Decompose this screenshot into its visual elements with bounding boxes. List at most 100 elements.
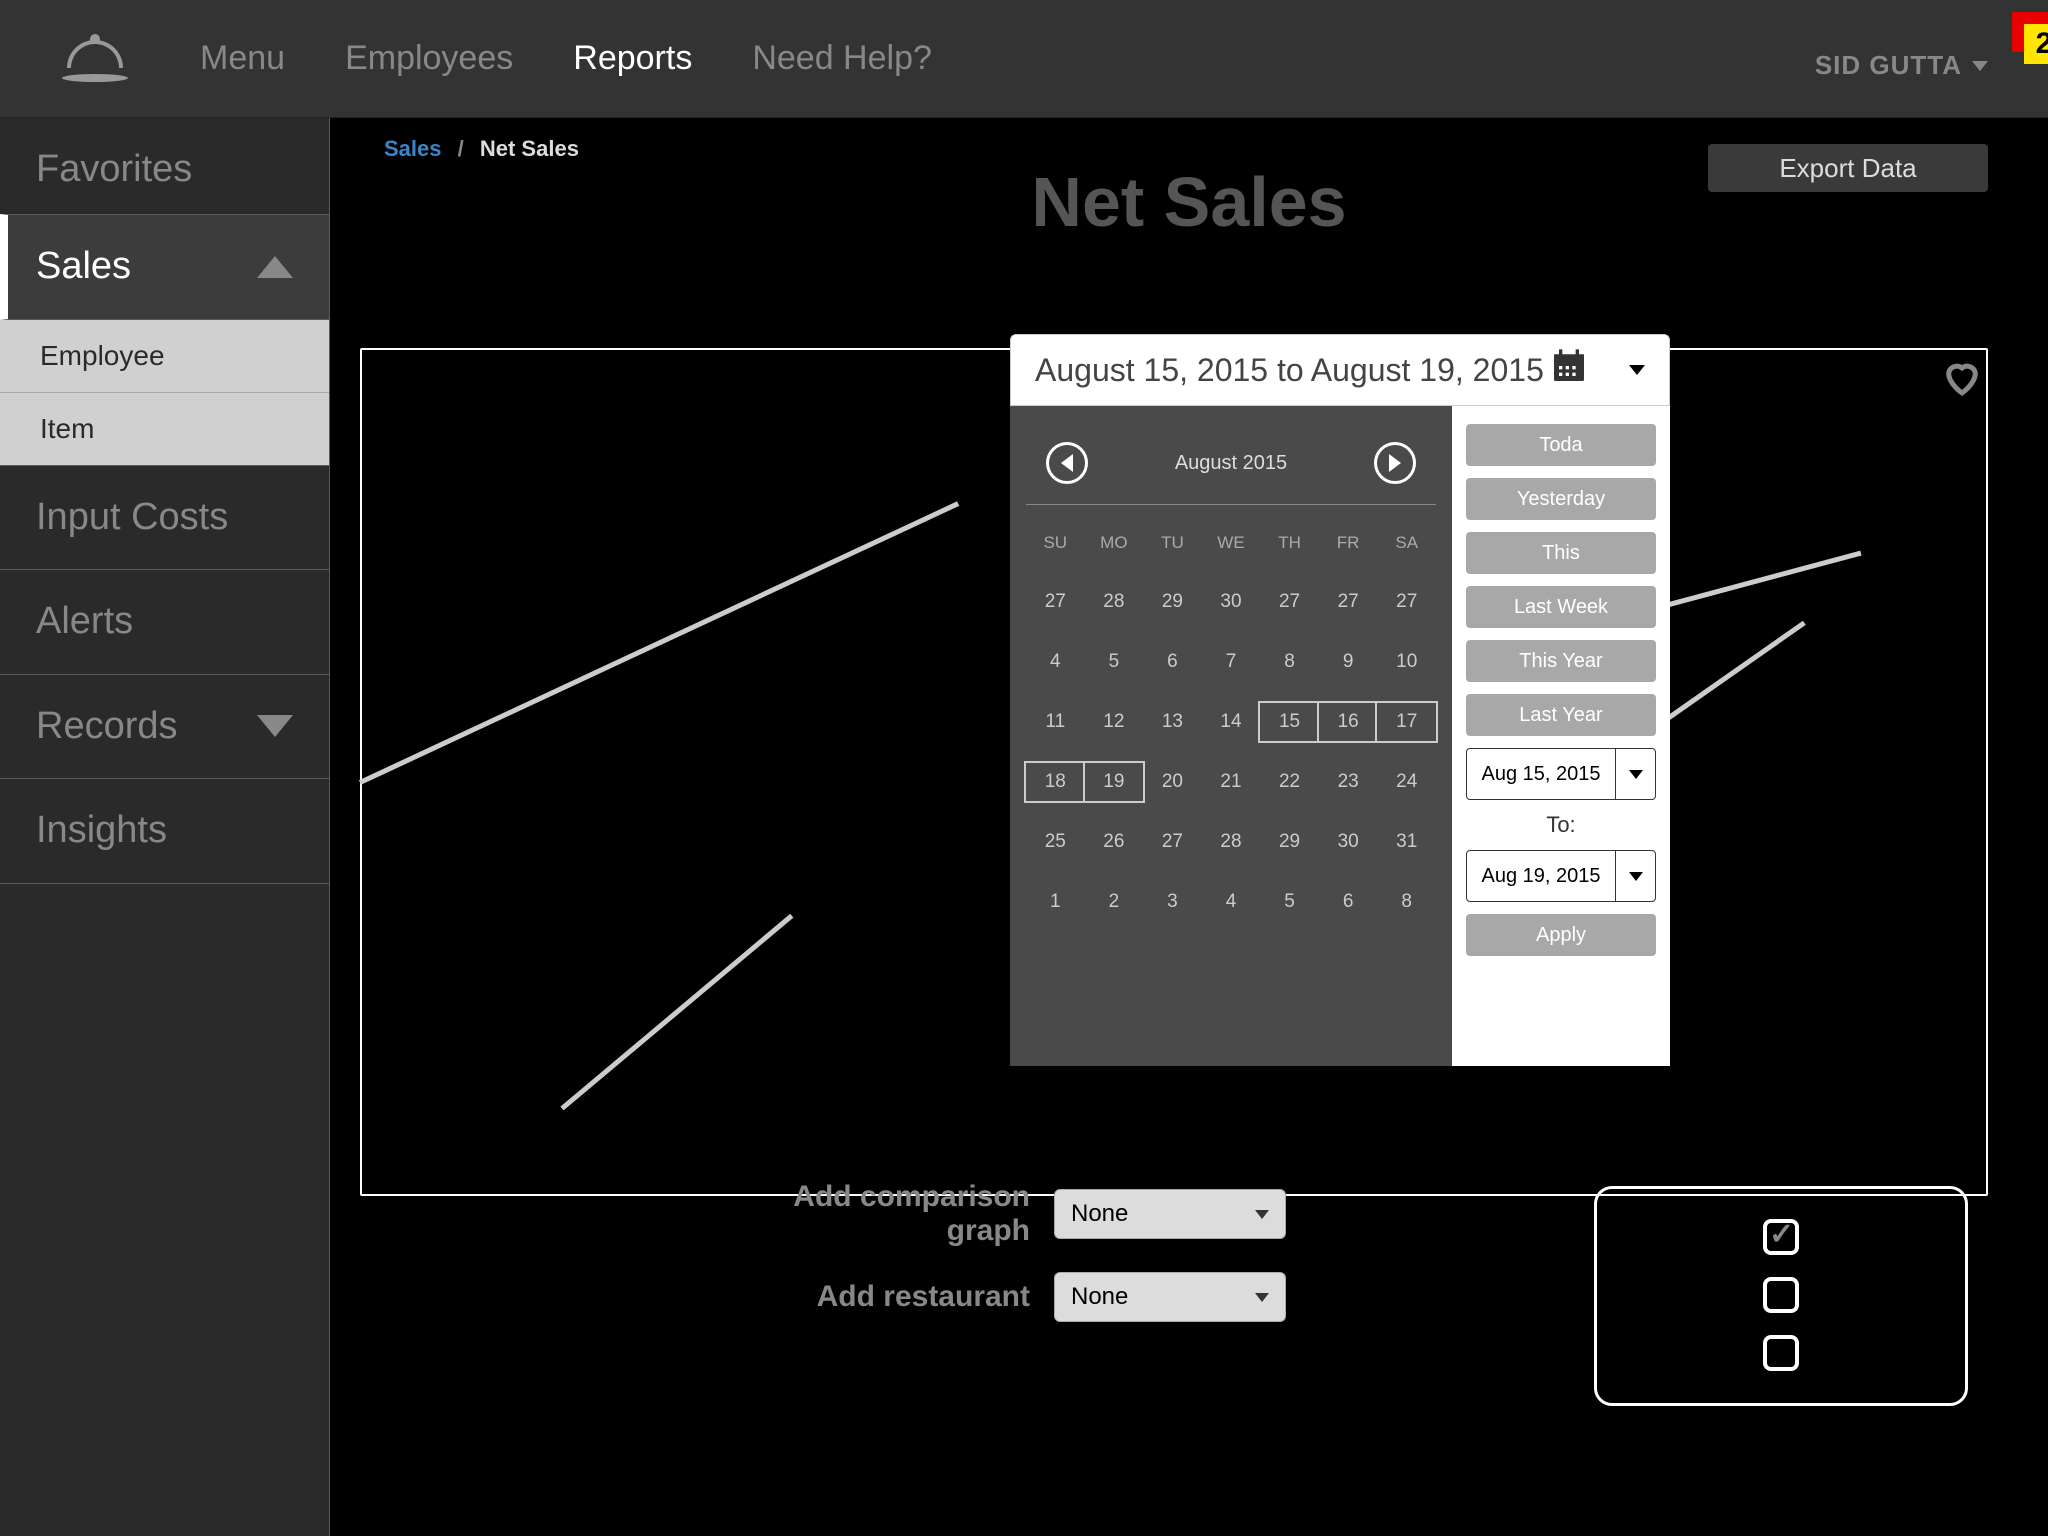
calendar-day[interactable]: 18 xyxy=(1026,763,1085,801)
calendar-day[interactable]: 9 xyxy=(1319,651,1378,673)
calendar-day[interactable]: 4 xyxy=(1202,891,1261,913)
calendar-day-header: FR xyxy=(1319,533,1378,553)
from-date-dropdown[interactable]: Aug 15, 2015 xyxy=(1466,748,1656,800)
preset-today[interactable]: Toda xyxy=(1466,424,1656,466)
preset-panel: Toda Yesterday This Last Week This Year … xyxy=(1452,406,1670,1066)
sidebar-item-records[interactable]: Records xyxy=(0,674,329,780)
caret-down-icon xyxy=(1255,1210,1269,1219)
comparison-label: Add comparison graph xyxy=(710,1180,1030,1248)
calendar-day-header: MO xyxy=(1085,533,1144,553)
favorites-header: Favorites xyxy=(0,118,329,215)
calendar-day[interactable]: 13 xyxy=(1143,711,1202,733)
legend-checkbox-2[interactable] xyxy=(1763,1277,1799,1313)
calendar-day[interactable]: 28 xyxy=(1202,831,1261,853)
calendar-day[interactable]: 5 xyxy=(1260,891,1319,913)
nav-help[interactable]: Need Help? xyxy=(752,39,932,78)
main-content: Sales / Net Sales Net Sales Export Data … xyxy=(330,118,2048,1536)
calendar-day[interactable]: 29 xyxy=(1260,831,1319,853)
calendar-day[interactable]: 8 xyxy=(1260,651,1319,673)
breadcrumb-current: Net Sales xyxy=(480,136,579,161)
calendar-panel: August 2015 SUMOTUWETHFRSA27282930272727… xyxy=(1010,406,1452,1066)
calendar-day[interactable]: 3 xyxy=(1143,891,1202,913)
nav-reports[interactable]: Reports xyxy=(573,39,692,78)
restaurant-dropdown[interactable]: None xyxy=(1054,1272,1286,1322)
calendar-day[interactable]: 15 xyxy=(1260,703,1319,741)
calendar-day[interactable]: 8 xyxy=(1377,891,1436,913)
apply-button[interactable]: Apply xyxy=(1466,914,1656,956)
legend-checkbox-3[interactable] xyxy=(1763,1335,1799,1371)
calendar-day[interactable]: 26 xyxy=(1085,831,1144,853)
caret-down-icon xyxy=(1255,1293,1269,1302)
calendar-icon xyxy=(1549,346,1589,394)
nav-employees[interactable]: Employees xyxy=(345,39,513,78)
calendar-day[interactable]: 27 xyxy=(1260,591,1319,613)
sidebar-sub-item[interactable]: Item xyxy=(0,393,329,466)
preset-last-week[interactable]: Last Week xyxy=(1466,586,1656,628)
calendar-day[interactable]: 25 xyxy=(1026,831,1085,853)
to-date-dropdown[interactable]: Aug 19, 2015 xyxy=(1466,850,1656,902)
legend-checkbox-1[interactable] xyxy=(1763,1219,1799,1255)
sidebar-item-alerts[interactable]: Alerts xyxy=(0,569,329,675)
calendar-day[interactable]: 28 xyxy=(1085,591,1144,613)
calendar-day[interactable]: 21 xyxy=(1202,771,1261,793)
calendar-day[interactable]: 7 xyxy=(1202,651,1261,673)
calendar-day[interactable]: 31 xyxy=(1377,831,1436,853)
prev-month-button[interactable] xyxy=(1046,442,1088,484)
logo-icon[interactable] xyxy=(60,34,130,84)
calendar-day[interactable]: 27 xyxy=(1143,831,1202,853)
calendar-day[interactable]: 12 xyxy=(1085,711,1144,733)
calendar-day[interactable]: 27 xyxy=(1026,591,1085,613)
sidebar-item-insights[interactable]: Insights xyxy=(0,778,329,884)
caret-down-icon xyxy=(1615,851,1655,901)
date-picker: August 2015 SUMOTUWETHFRSA27282930272727… xyxy=(1010,406,1670,1066)
calendar-day[interactable]: 2 xyxy=(1085,891,1144,913)
breadcrumb-root[interactable]: Sales xyxy=(384,136,442,161)
calendar-day[interactable]: 22 xyxy=(1260,771,1319,793)
calendar-day[interactable]: 30 xyxy=(1202,591,1261,613)
calendar-day[interactable]: 30 xyxy=(1319,831,1378,853)
calendar-month-title: August 2015 xyxy=(1175,452,1287,475)
chevron-up-icon xyxy=(257,256,293,278)
comparison-dropdown[interactable]: None xyxy=(1054,1189,1286,1239)
calendar-day[interactable]: 4 xyxy=(1026,651,1085,673)
calendar-day[interactable]: 27 xyxy=(1377,591,1436,613)
to-label: To: xyxy=(1466,812,1656,838)
nav-menu[interactable]: Menu xyxy=(200,39,285,78)
calendar-day[interactable]: 6 xyxy=(1319,891,1378,913)
sidebar-item-sales[interactable]: Sales xyxy=(0,214,329,320)
calendar-day[interactable]: 23 xyxy=(1319,771,1378,793)
legend-box xyxy=(1594,1186,1968,1406)
caret-down-icon xyxy=(1972,61,1988,71)
calendar-day[interactable]: 1 xyxy=(1026,891,1085,913)
export-button[interactable]: Export Data xyxy=(1708,144,1988,192)
date-range-display[interactable]: August 15, 2015 to August 19, 2015 xyxy=(1010,334,1670,406)
calendar-day-header: SU xyxy=(1026,533,1085,553)
calendar-day[interactable]: 16 xyxy=(1319,703,1378,741)
chevron-down-icon xyxy=(257,715,293,737)
top-bar: Menu Employees Reports Need Help? SID GU… xyxy=(0,0,2048,118)
next-month-button[interactable] xyxy=(1374,442,1416,484)
calendar-day[interactable]: 27 xyxy=(1319,591,1378,613)
calendar-day-header: TU xyxy=(1143,533,1202,553)
preset-yesterday[interactable]: Yesterday xyxy=(1466,478,1656,520)
user-menu[interactable]: SID GUTTA xyxy=(1815,50,1988,81)
calendar-day-header: SA xyxy=(1377,533,1436,553)
sidebar-item-input-costs[interactable]: Input Costs xyxy=(0,465,329,571)
calendar-day[interactable]: 29 xyxy=(1143,591,1202,613)
calendar-day[interactable]: 14 xyxy=(1202,711,1261,733)
calendar-day[interactable]: 10 xyxy=(1377,651,1436,673)
calendar-day[interactable]: 20 xyxy=(1143,771,1202,793)
calendar-day[interactable]: 11 xyxy=(1026,711,1085,733)
sidebar-sub-employee[interactable]: Employee xyxy=(0,320,329,393)
calendar-grid: SUMOTUWETHFRSA27282930272727456789101112… xyxy=(1026,533,1436,913)
calendar-day-header: WE xyxy=(1202,533,1261,553)
calendar-day[interactable]: 5 xyxy=(1085,651,1144,673)
heart-icon[interactable] xyxy=(1942,358,1982,398)
calendar-day[interactable]: 6 xyxy=(1143,651,1202,673)
preset-this-week[interactable]: This xyxy=(1466,532,1656,574)
calendar-day[interactable]: 24 xyxy=(1377,771,1436,793)
preset-last-year[interactable]: Last Year xyxy=(1466,694,1656,736)
calendar-day[interactable]: 17 xyxy=(1377,703,1436,741)
preset-this-year[interactable]: This Year xyxy=(1466,640,1656,682)
calendar-day[interactable]: 19 xyxy=(1085,763,1144,801)
